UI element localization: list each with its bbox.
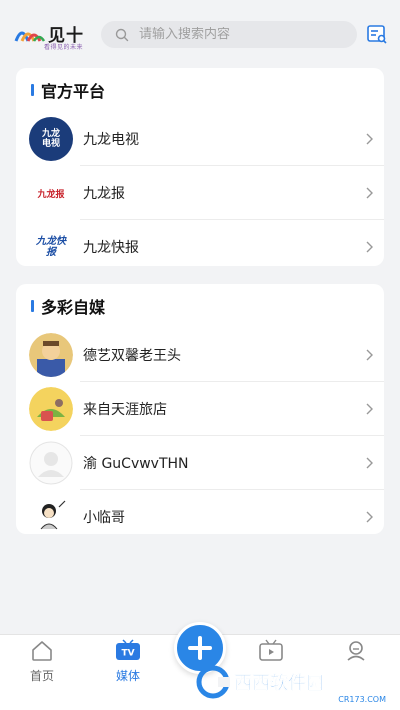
media-item-label: 来自天涯旅店: [83, 402, 167, 418]
app-header: 见十 看得见的未来: [0, 0, 400, 62]
profile-icon: [347, 641, 365, 661]
search-bar[interactable]: [101, 21, 357, 48]
media-item-label: 德艺双馨老王头: [83, 348, 181, 364]
official-title-text: 官方平台: [41, 82, 106, 101]
official-section-title: 官方平台: [16, 68, 384, 112]
app-logo[interactable]: 见十 看得见的未来: [14, 19, 90, 53]
media-item-xiaolinge[interactable]: 小临哥: [16, 490, 384, 534]
tab-media[interactable]: TV 媒体: [98, 639, 158, 684]
avatar-default-icon: [29, 441, 73, 485]
jiulong-express-logo-icon: 九龙快报: [29, 225, 73, 266]
chevron-right-icon: [366, 133, 373, 145]
tv-badge-text: TV: [121, 649, 134, 659]
media-item-gucvwvthn[interactable]: 渝 GuCvwvTHN: [16, 436, 384, 490]
watermark-url: CR173.COM: [338, 695, 386, 704]
jiulong-newspaper-logo-icon: 九龙报: [29, 171, 73, 215]
official-item-label: 九龙报: [83, 186, 125, 202]
official-item-jiulong-newspaper[interactable]: 九龙报 九龙报: [16, 166, 384, 220]
chevron-right-icon: [366, 349, 373, 361]
avatar-sketch-icon: [29, 495, 73, 534]
media-title-text: 多彩自媒: [41, 298, 106, 317]
media-item-label: 渝 GuCvwvTHN: [83, 456, 189, 472]
tab-tv[interactable]: [241, 639, 301, 663]
home-icon: [32, 641, 52, 661]
jiulong-tv-logo-icon: 九龙电视: [29, 117, 73, 161]
official-item-label: 九龙电视: [83, 132, 139, 148]
watermark-logo-icon: [196, 665, 230, 699]
chevron-right-icon: [366, 187, 373, 199]
search-input[interactable]: [139, 27, 339, 42]
avatar-cartoon-man-icon: [29, 333, 73, 377]
official-item-jiulong-tv[interactable]: 九龙电视 九龙电视: [16, 112, 384, 166]
chevron-right-icon: [366, 403, 373, 415]
site-watermark: 西西软件园 CR173.COM: [196, 662, 386, 704]
tab-media-label: 媒体: [115, 669, 140, 683]
official-item-jiulong-express[interactable]: 九龙快报 九龙快报: [16, 220, 384, 266]
tab-home[interactable]: 首页: [12, 639, 72, 684]
media-section-title: 多彩自媒: [16, 284, 384, 328]
logo-mark-icon: [14, 31, 46, 42]
chevron-right-icon: [366, 457, 373, 469]
chevron-right-icon: [366, 511, 373, 523]
tab-profile[interactable]: [326, 639, 386, 663]
plus-icon: [188, 636, 212, 660]
tv-icon: [259, 639, 283, 661]
official-platforms-card: 官方平台 九龙电视 九龙电视 九龙报 九龙报 九龙快报 九龙快报: [16, 68, 384, 266]
media-tv-icon: TV: [116, 639, 140, 660]
watermark-text: 西西软件园: [234, 673, 325, 695]
search-icon: [115, 28, 129, 41]
tab-home-label: 首页: [29, 669, 54, 683]
news-list-icon[interactable]: [366, 23, 388, 45]
title-accent-bar: [31, 300, 34, 312]
avatar-cartoon-food-icon: [29, 387, 73, 431]
chevron-right-icon: [366, 241, 373, 253]
title-accent-bar: [31, 84, 34, 96]
media-item-tianya-hotel[interactable]: 来自天涯旅店: [16, 382, 384, 436]
we-media-card: 多彩自媒 德艺双馨老王头 来自天涯旅店 渝 GuCvwvTHN 小临哥: [16, 284, 384, 534]
official-item-label: 九龙快报: [83, 240, 139, 256]
app-tagline: 看得见的未来: [44, 44, 84, 51]
media-item-laowangtou[interactable]: 德艺双馨老王头: [16, 328, 384, 382]
media-item-label: 小临哥: [83, 510, 125, 526]
